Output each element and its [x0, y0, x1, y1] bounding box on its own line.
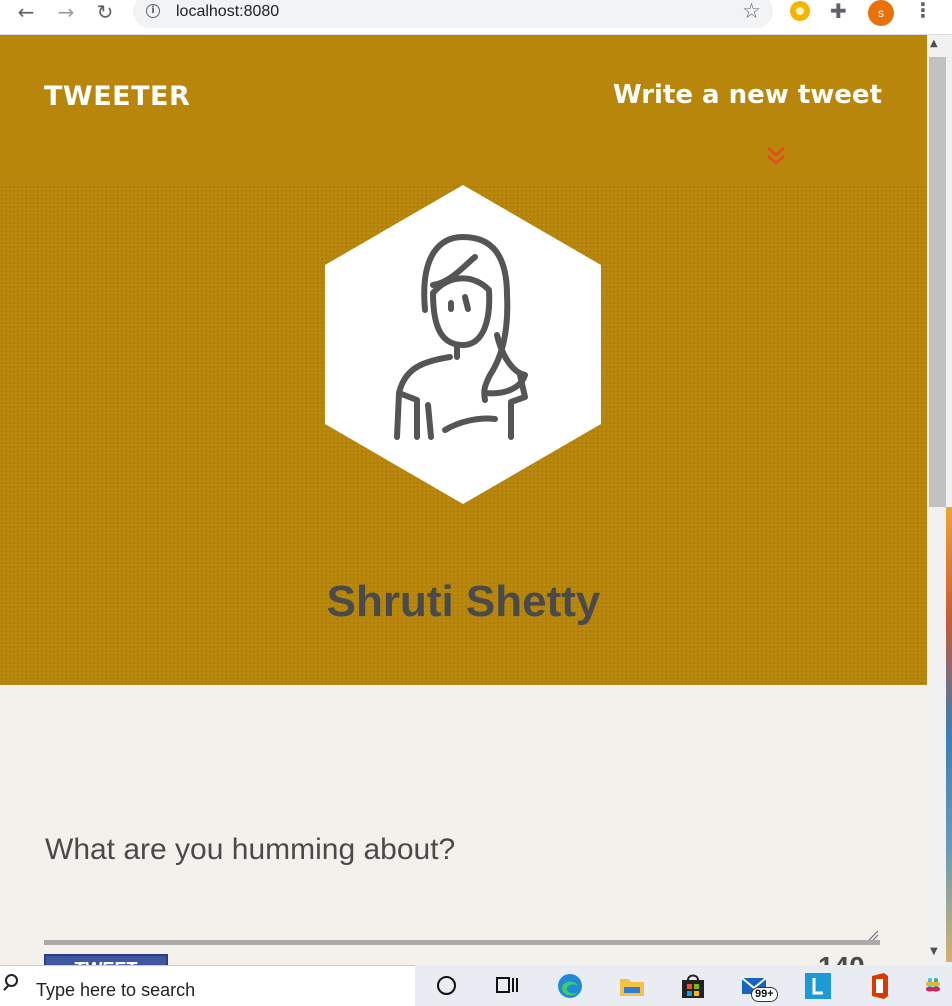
office-icon[interactable]: [864, 972, 894, 1000]
cookie-extension-icon[interactable]: [790, 1, 810, 21]
file-explorer-icon[interactable]: [617, 972, 647, 1000]
windows-taskbar: Type here to search 99+: [0, 965, 952, 1006]
forward-icon[interactable]: →: [54, 2, 78, 24]
character-counter: 140: [818, 951, 865, 965]
profile-name: Shruti Shetty: [326, 577, 601, 626]
mail-icon[interactable]: 99+: [740, 972, 778, 1002]
desktop-wallpaper-edge: [946, 507, 952, 962]
tweet-textarea[interactable]: [44, 867, 880, 945]
top-nav: TWEETER Write a new tweet: [0, 35, 927, 185]
page-viewport: TWEETER Write a new tweet Shruti Shetty …: [0, 35, 927, 965]
taskbar-search-box[interactable]: Type here to search: [0, 965, 415, 1006]
bookmark-star-icon[interactable]: ☆: [742, 0, 761, 23]
store-icon[interactable]: [678, 972, 708, 1000]
back-icon[interactable]: ←: [14, 2, 38, 24]
mail-badge: 99+: [751, 987, 778, 1002]
browser-menu-icon[interactable]: ⋮: [913, 0, 933, 22]
write-new-tweet-link[interactable]: Write a new tweet: [613, 80, 882, 110]
double-chevron-down-icon[interactable]: [765, 145, 787, 169]
tweet-submit-button[interactable]: TWEET: [44, 954, 168, 965]
cortana-icon[interactable]: [433, 972, 463, 1000]
address-bar[interactable]: i localhost:8080 ☆: [133, 0, 773, 28]
extensions-puzzle-icon[interactable]: ✚: [830, 0, 847, 23]
site-info-icon[interactable]: i: [146, 4, 160, 18]
brand-logo[interactable]: TWEETER: [44, 81, 190, 112]
edge-browser-icon[interactable]: [555, 972, 585, 1000]
l-app-icon[interactable]: [803, 972, 833, 1000]
task-view-icon[interactable]: [492, 972, 522, 1000]
reload-icon[interactable]: ↻: [93, 2, 117, 24]
taskbar-search-placeholder[interactable]: Type here to search: [36, 980, 195, 1001]
compose-prompt: What are you humming about?: [45, 833, 456, 866]
scroll-down-arrow-icon[interactable]: ▼: [930, 946, 938, 957]
scrollbar-thumb[interactable]: [929, 57, 946, 507]
search-icon: [5, 974, 18, 987]
scroll-up-arrow-icon[interactable]: ▲: [930, 38, 938, 49]
profile-avatar-hexagon: [325, 185, 601, 504]
address-url[interactable]: localhost:8080: [176, 3, 279, 21]
resize-handle-icon[interactable]: [868, 930, 879, 941]
profile-header: Shruti Shetty: [0, 185, 927, 685]
slack-icon[interactable]: [926, 972, 952, 1000]
browser-toolbar: ← → ↻ i localhost:8080 ☆ ✚ s ⋮: [0, 0, 952, 35]
profile-avatar[interactable]: s: [868, 0, 894, 26]
